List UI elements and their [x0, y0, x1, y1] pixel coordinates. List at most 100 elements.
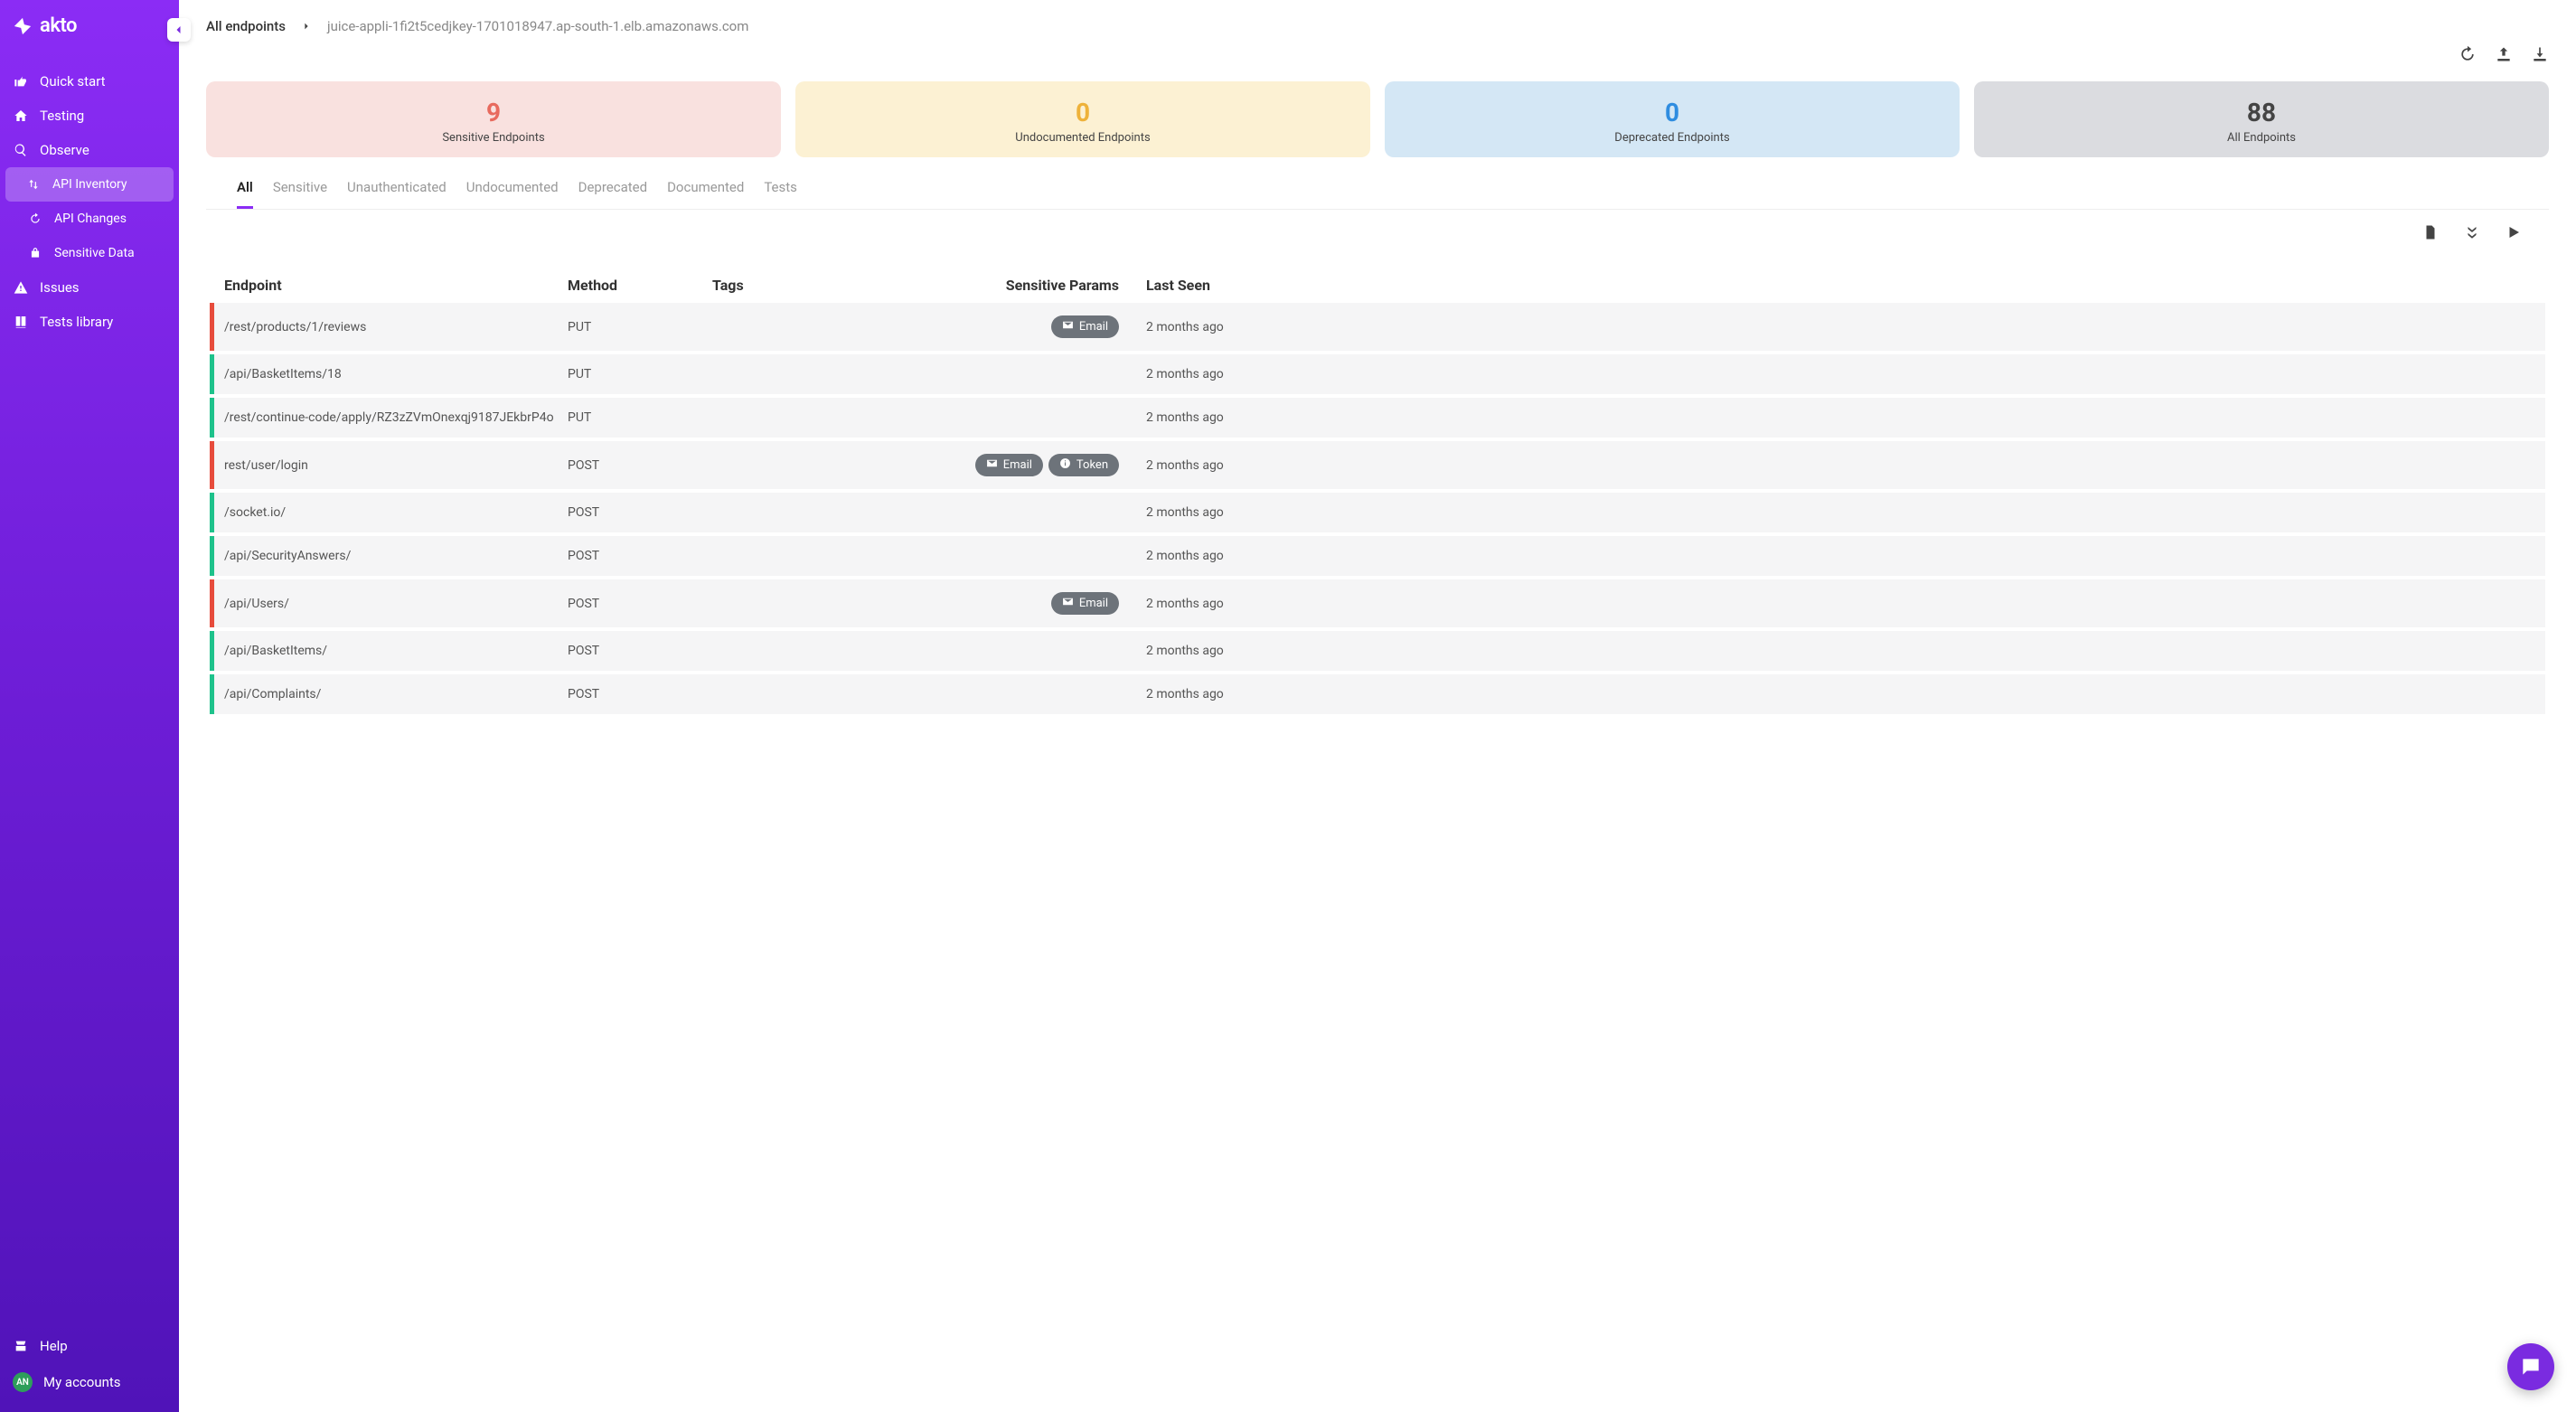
- sidebar-item-label: Observe: [40, 142, 89, 158]
- sidebar-item-sensitive-data[interactable]: Sensitive Data: [0, 236, 179, 270]
- sidebar-item-label: Tests library: [40, 314, 113, 330]
- sidebar-help-label: Help: [40, 1338, 68, 1354]
- home-icon: [13, 108, 29, 124]
- severity-bar: [210, 631, 214, 671]
- sensitive-chip-email[interactable]: Email: [1051, 315, 1119, 338]
- severity-bar: [210, 441, 214, 489]
- chip-label: Email: [1079, 320, 1108, 334]
- tab-undocumented[interactable]: Undocumented: [466, 179, 559, 209]
- expand-all-button[interactable]: [2464, 224, 2480, 244]
- table-row[interactable]: /api/Users/POSTEmail2 months ago: [210, 579, 2545, 631]
- method-cell: POST: [568, 644, 712, 658]
- summary-card-grey[interactable]: 88All Endpoints: [1974, 81, 2549, 157]
- shop-icon: [13, 1338, 29, 1354]
- seen-cell: 2 months ago: [1146, 549, 2531, 563]
- summary-card-label: Undocumented Endpoints: [804, 131, 1361, 145]
- method-cell: PUT: [568, 367, 712, 381]
- upload-button[interactable]: [2495, 45, 2513, 67]
- run-button[interactable]: [2505, 224, 2522, 244]
- brand[interactable]: akto: [0, 0, 179, 46]
- seen-cell: 2 months ago: [1146, 597, 2531, 611]
- endpoint-cell: /socket.io/: [224, 505, 568, 520]
- sidebar-item-tests-library[interactable]: Tests library: [0, 305, 179, 339]
- sidebar-account-label: My accounts: [43, 1374, 121, 1390]
- severity-bar: [210, 398, 214, 438]
- topbar-actions: [179, 42, 2576, 76]
- col-endpoint[interactable]: Endpoint: [224, 277, 568, 294]
- seen-cell: 2 months ago: [1146, 367, 2531, 381]
- sidebar-account[interactable]: AN My accounts: [0, 1363, 179, 1401]
- envelope-icon: [986, 457, 998, 473]
- breadcrumb-root[interactable]: All endpoints: [206, 18, 286, 34]
- download-button[interactable]: [2531, 45, 2549, 67]
- sensitive-cell: Email: [911, 315, 1146, 338]
- export-csv-button[interactable]: [2422, 224, 2439, 244]
- breadcrumb-current: juice-appli-1fi2t5cedjkey-1701018947.ap-…: [327, 18, 748, 34]
- sidebar-item-issues[interactable]: Issues: [0, 270, 179, 305]
- tab-documented[interactable]: Documented: [667, 179, 744, 209]
- summary-card-yellow[interactable]: 0Undocumented Endpoints: [795, 81, 1370, 157]
- sidebar-item-label: API Changes: [54, 212, 127, 226]
- method-cell: POST: [568, 549, 712, 563]
- table-row[interactable]: /socket.io/POST2 months ago: [210, 493, 2545, 536]
- sensitive-chip-token[interactable]: Token: [1048, 454, 1119, 476]
- tab-all[interactable]: All: [237, 179, 253, 209]
- summary-card-label: Sensitive Endpoints: [215, 131, 772, 145]
- info-icon: [1059, 457, 1071, 473]
- sidebar-help[interactable]: Help: [0, 1329, 179, 1363]
- sidebar: akto Quick start Testing Observe API Invent…: [0, 0, 179, 1412]
- refresh-button[interactable]: [2458, 45, 2477, 67]
- intercom-launcher[interactable]: [2507, 1343, 2554, 1390]
- envelope-icon: [1062, 319, 1074, 334]
- seen-cell: 2 months ago: [1146, 458, 2531, 473]
- table-row[interactable]: /rest/products/1/reviewsPUTEmail2 months…: [210, 303, 2545, 354]
- col-sensitive[interactable]: Sensitive Params: [911, 277, 1146, 294]
- warning-icon: [13, 279, 29, 296]
- summary-cards: 9Sensitive Endpoints0Undocumented Endpoi…: [179, 76, 2576, 166]
- sidebar-item-observe[interactable]: Observe: [0, 133, 179, 167]
- seen-cell: 2 months ago: [1146, 687, 2531, 701]
- chevron-right-icon: [302, 18, 311, 34]
- severity-bar: [210, 493, 214, 532]
- sidebar-item-label: Testing: [40, 108, 84, 124]
- col-seen[interactable]: Last Seen: [1146, 277, 2531, 294]
- updown-icon: [25, 176, 42, 193]
- table-row[interactable]: rest/user/loginPOSTEmailToken2 months ag…: [210, 441, 2545, 493]
- badge-icon: [27, 245, 43, 261]
- endpoint-cell: /rest/products/1/reviews: [224, 320, 568, 334]
- severity-bar: [210, 354, 214, 394]
- brand-name: akto: [40, 14, 77, 37]
- summary-card-value: 88: [1983, 98, 2540, 127]
- tab-unauthenticated[interactable]: Unauthenticated: [347, 179, 447, 209]
- summary-card-blue[interactable]: 0Deprecated Endpoints: [1385, 81, 1960, 157]
- col-tags[interactable]: Tags: [712, 277, 911, 294]
- method-cell: PUT: [568, 410, 712, 425]
- table-row[interactable]: /rest/continue-code/apply/RZ3zZVmOnexqj9…: [210, 398, 2545, 441]
- endpoint-cell: rest/user/login: [224, 458, 568, 473]
- tab-deprecated[interactable]: Deprecated: [578, 179, 647, 209]
- search-icon: [13, 142, 29, 158]
- table-row[interactable]: /api/BasketItems/POST2 months ago: [210, 631, 2545, 674]
- table-row[interactable]: /api/BasketItems/18PUT2 months ago: [210, 354, 2545, 398]
- summary-card-value: 0: [1394, 98, 1951, 127]
- sensitive-chip-email[interactable]: Email: [1051, 592, 1119, 615]
- seen-cell: 2 months ago: [1146, 320, 2531, 334]
- sidebar-item-testing[interactable]: Testing: [0, 99, 179, 133]
- sidebar-item-api-changes[interactable]: API Changes: [0, 202, 179, 236]
- sidebar-item-api-inventory[interactable]: API Inventory: [5, 167, 174, 202]
- seen-cell: 2 months ago: [1146, 505, 2531, 520]
- tab-sensitive[interactable]: Sensitive: [273, 179, 327, 209]
- endpoint-cell: /api/BasketItems/: [224, 644, 568, 658]
- summary-card-value: 9: [215, 98, 772, 127]
- table-row[interactable]: /api/Complaints/POST2 months ago: [210, 674, 2545, 718]
- sidebar-collapse-button[interactable]: [167, 18, 191, 42]
- chip-label: Token: [1076, 458, 1108, 472]
- endpoint-cell: /api/SecurityAnswers/: [224, 549, 568, 563]
- sidebar-item-label: Issues: [40, 279, 80, 296]
- table-row[interactable]: /api/SecurityAnswers/POST 2 months ago: [210, 536, 2545, 579]
- sidebar-item-quick-start[interactable]: Quick start: [0, 64, 179, 99]
- summary-card-pink[interactable]: 9 Sensitive Endpoints: [206, 81, 781, 157]
- sensitive-chip-email[interactable]: Email: [975, 454, 1043, 476]
- col-method[interactable]: Method: [568, 277, 712, 294]
- tab-tests[interactable]: Tests: [764, 179, 797, 209]
